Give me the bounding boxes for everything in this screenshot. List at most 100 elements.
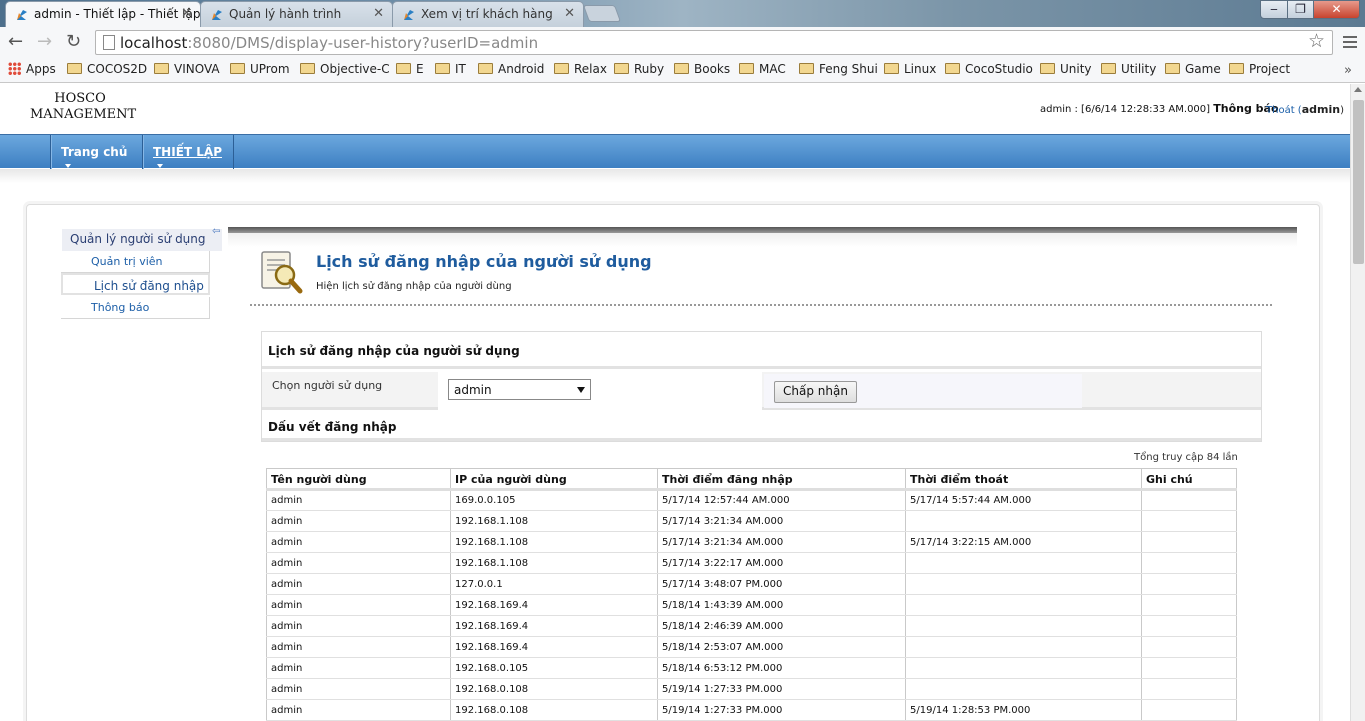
- sidebar-item-login-history[interactable]: Lịch sử đăng nhập: [61, 273, 210, 295]
- table-cell: 192.168.169.4: [450, 594, 658, 616]
- folder-icon: [674, 63, 689, 74]
- close-window-button[interactable]: ✕: [1313, 0, 1360, 19]
- minimize-window-button[interactable]: ‒: [1260, 0, 1288, 19]
- browser-menu-icon[interactable]: [1343, 36, 1357, 51]
- folder-icon: [478, 63, 493, 74]
- bookmark-folder[interactable]: IT: [435, 62, 466, 76]
- table-cell: [905, 615, 1142, 637]
- new-tab-button[interactable]: [582, 5, 622, 22]
- menu-settings[interactable]: THIẾT LẬP: [142, 135, 234, 169]
- user-select[interactable]: admin: [448, 379, 591, 400]
- table-cell: 5/17/14 12:57:44 AM.000: [657, 489, 906, 511]
- close-tab-icon[interactable]: ✕: [181, 6, 192, 21]
- table-cell: [1141, 699, 1237, 721]
- table-cell: [1141, 573, 1237, 595]
- table-cell: 5/19/14 1:27:33 PM.000: [657, 678, 906, 700]
- browser-tab[interactable]: Xem vị trí khách hàng ✕: [392, 1, 584, 27]
- browser-tab[interactable]: Quản lý hành trình ✕: [200, 1, 393, 27]
- bookmark-folder[interactable]: MAC: [739, 62, 786, 76]
- apps-grid-icon: [8, 62, 21, 75]
- bookmark-folder[interactable]: Unity: [1040, 62, 1092, 76]
- bookmark-folder[interactable]: Books: [674, 62, 730, 76]
- sidebar-item-notifications[interactable]: Thông báo: [61, 297, 210, 319]
- bookmark-apps[interactable]: Apps: [8, 62, 56, 76]
- bookmark-star-icon[interactable]: ☆: [1308, 30, 1325, 52]
- user-select-row: Chọn người sử dụng admin Chấp nhận: [262, 372, 1261, 410]
- table-cell: 169.0.0.105: [450, 489, 658, 511]
- table-cell: 192.168.0.108: [450, 699, 658, 721]
- table-cell: 192.168.1.108: [450, 552, 658, 574]
- site-favicon-icon: [212, 10, 222, 20]
- user-session-info: admin : [6/6/14 12:28:33 AM.000] Thông b…: [1040, 102, 1279, 115]
- accept-button[interactable]: Chấp nhận: [774, 381, 857, 403]
- folder-icon: [67, 63, 82, 74]
- site-favicon-icon: [404, 10, 414, 20]
- bookmark-folder[interactable]: Objective-C: [300, 62, 390, 76]
- scroll-up-arrow-icon[interactable]: [1354, 87, 1362, 92]
- table-cell: 192.168.169.4: [450, 636, 658, 658]
- page-scrollbar[interactable]: [1350, 84, 1365, 721]
- collapse-arrow-icon[interactable]: ⇦: [212, 226, 220, 237]
- folder-icon: [945, 63, 960, 74]
- table-cell: admin: [266, 594, 451, 616]
- forward-arrow-icon[interactable]: →: [37, 31, 52, 52]
- table-cell: [905, 657, 1142, 679]
- table-row: admin 169.0.0.105 5/17/14 12:57:44 AM.000 5…: [266, 489, 1237, 511]
- close-tab-icon[interactable]: ✕: [564, 6, 575, 21]
- bookmark-folder[interactable]: CocoStudio: [945, 62, 1033, 76]
- table-cell: [1141, 657, 1237, 679]
- table-cell: admin: [266, 678, 451, 700]
- table-row: admin 127.0.0.1 5/17/14 3:48:07 PM.000: [266, 573, 1237, 595]
- more-bookmarks-icon[interactable]: »: [1344, 63, 1352, 78]
- back-arrow-icon[interactable]: ←: [8, 31, 23, 52]
- reload-icon[interactable]: ↻: [66, 31, 81, 52]
- table-cell: 5/17/14 3:48:07 PM.000: [657, 573, 906, 595]
- logout-link[interactable]: Thoát (admin): [1266, 103, 1344, 116]
- folder-icon: [435, 63, 450, 74]
- maximize-window-button[interactable]: ❐: [1287, 0, 1314, 19]
- table-cell: [1141, 678, 1237, 700]
- caret-down-icon: [65, 164, 71, 168]
- dropdown-arrow-icon: [577, 387, 585, 393]
- sidebar-title: Quản lý người sử dụng: [62, 229, 222, 251]
- close-tab-icon[interactable]: ✕: [373, 6, 384, 21]
- table-cell: 5/17/14 3:21:34 AM.000: [657, 531, 906, 553]
- bookmark-folder[interactable]: Game: [1165, 62, 1221, 76]
- bookmark-folder[interactable]: Relax: [554, 62, 607, 76]
- total-access-count: Tổng truy cập 84 lần: [1134, 452, 1238, 463]
- browser-tab-active[interactable]: admin - Thiết lập - Thiết lập ✕: [5, 1, 201, 28]
- column-header: IP của người dùng: [450, 468, 658, 491]
- section-top-shadow: [228, 233, 1297, 247]
- bookmark-folder[interactable]: E: [396, 62, 424, 76]
- table-cell: [905, 573, 1142, 595]
- caret-down-icon: [157, 164, 163, 168]
- column-header: Ghi chú: [1141, 468, 1237, 491]
- column-header: Tên người dùng: [266, 468, 451, 491]
- search-document-icon: [261, 251, 303, 294]
- bookmark-folder[interactable]: COCOS2D: [67, 62, 147, 76]
- bookmark-folder[interactable]: Feng Shui: [799, 62, 878, 76]
- bookmark-folder[interactable]: Utility: [1101, 62, 1156, 76]
- bookmark-folder[interactable]: Android: [478, 62, 544, 76]
- table-cell: [905, 510, 1142, 532]
- folder-icon: [1101, 63, 1116, 74]
- logout-username: admin: [1301, 103, 1341, 116]
- bookmark-folder[interactable]: UProm: [230, 62, 290, 76]
- table-cell: 5/17/14 3:22:17 AM.000: [657, 552, 906, 574]
- table-cell: 5/17/14 3:21:34 AM.000: [657, 510, 906, 532]
- table-cell: [905, 678, 1142, 700]
- bookmark-folder[interactable]: VINOVA: [154, 62, 220, 76]
- bookmark-folder[interactable]: Project: [1229, 62, 1290, 76]
- table-cell: 5/18/14 6:53:12 PM.000: [657, 657, 906, 679]
- main-menu-bar: Trang chủ THIẾT LẬP: [0, 134, 1350, 169]
- sidebar-item-admins[interactable]: Quản trị viên: [61, 251, 210, 273]
- column-header: Thời điểm thoát: [905, 468, 1142, 491]
- table-cell: 192.168.0.108: [450, 678, 658, 700]
- menu-home[interactable]: Trang chủ: [50, 135, 142, 169]
- bookmark-folder[interactable]: Ruby: [614, 62, 664, 76]
- address-bar[interactable]: localhost:8080/DMS/display-user-history?…: [95, 30, 1333, 55]
- scroll-thumb[interactable]: [1353, 100, 1364, 264]
- menu-shadow: [0, 169, 1350, 183]
- table-body: admin 169.0.0.105 5/17/14 12:57:44 AM.000 5…: [266, 489, 1237, 721]
- bookmark-folder[interactable]: Linux: [884, 62, 936, 76]
